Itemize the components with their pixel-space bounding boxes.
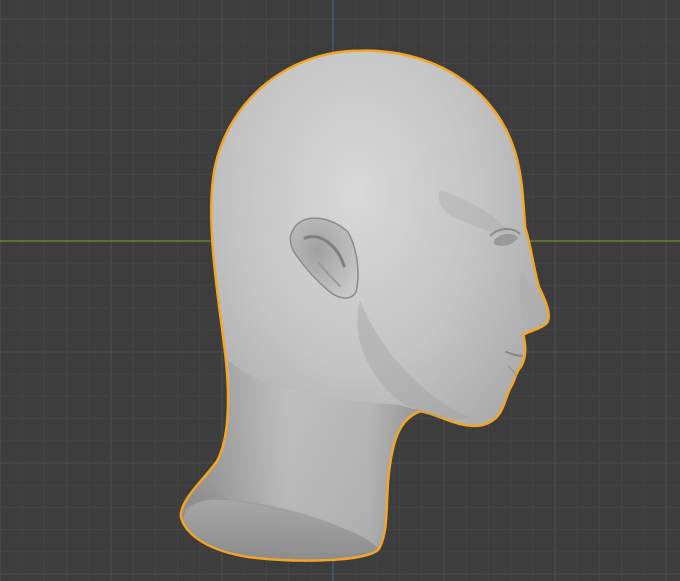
head-mesh[interactable] (179, 49, 550, 562)
viewport-canvas[interactable] (0, 0, 680, 581)
3d-viewport[interactable] (0, 0, 680, 581)
